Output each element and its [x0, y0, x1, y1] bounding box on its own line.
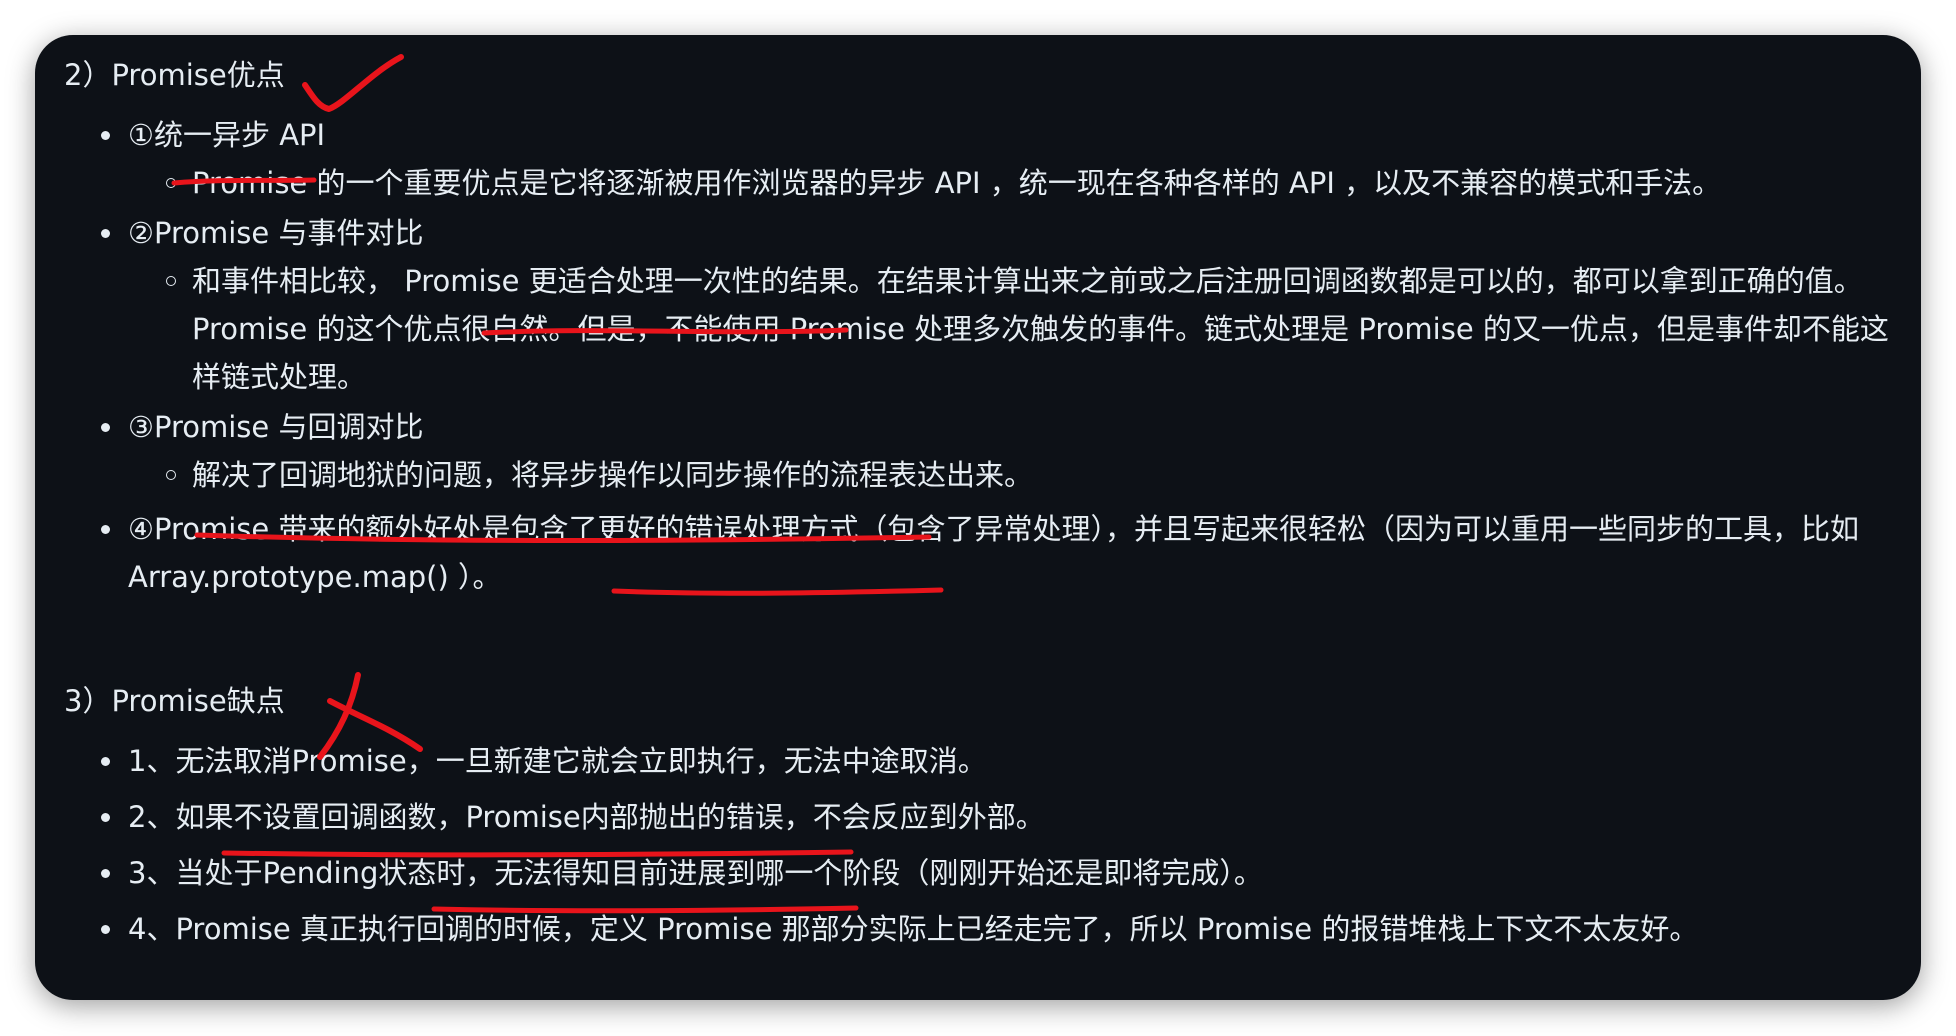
- disadvantage-item-1: 1、无法取消Promise，一旦新建它就会立即执行，无法中途取消。: [35, 737, 1905, 785]
- disadvantages-list: 1、无法取消Promise，一旦新建它就会立即执行，无法中途取消。 2、如果不设…: [35, 737, 1905, 961]
- disadvantages-heading: 3）Promise缺点: [64, 684, 285, 718]
- disadvantage-item-3: 3、当处于Pending状态时，无法得知目前进展到哪一个阶段（刚刚开始还是即将完…: [35, 849, 1905, 897]
- advantages-list: ①统一异步 API Promise 的一个重要优点是它将逐渐被用作浏览器的异步 …: [35, 111, 1905, 609]
- disadvantage-item-4: 4、Promise 真正执行回调的时候，定义 Promise 那部分实际上已经走…: [35, 905, 1905, 953]
- advantage-detail-1: Promise 的一个重要优点是它将逐渐被用作浏览器的异步 API ，统一现在各…: [128, 159, 1905, 207]
- advantage-detail-3: 解决了回调地狱的问题，将异步操作以同步操作的流程表达出来。: [128, 451, 1905, 499]
- advantage-item-1: ①统一异步 API Promise 的一个重要优点是它将逐渐被用作浏览器的异步 …: [35, 111, 1905, 207]
- advantage-sublist-2: 和事件相比较， Promise 更适合处理一次性的结果。在结果计算出来之前或之后…: [128, 257, 1905, 401]
- document-card: 2）Promise优点 ①统一异步 API Promise 的一个重要优点是它将…: [35, 35, 1921, 1000]
- advantage-item-3: ③Promise 与回调对比 解决了回调地狱的问题，将异步操作以同步操作的流程表…: [35, 403, 1905, 499]
- advantage-detail-2: 和事件相比较， Promise 更适合处理一次性的结果。在结果计算出来之前或之后…: [128, 257, 1905, 401]
- advantage-item-2: ②Promise 与事件对比 和事件相比较， Promise 更适合处理一次性的…: [35, 209, 1905, 401]
- advantage-sublist-1: Promise 的一个重要优点是它将逐渐被用作浏览器的异步 API ，统一现在各…: [128, 159, 1905, 207]
- advantage-title-1: ①统一异步 API: [128, 118, 326, 152]
- disadvantage-item-2: 2、如果不设置回调函数，Promise内部抛出的错误，不会反应到外部。: [35, 793, 1905, 841]
- advantage-sublist-3: 解决了回调地狱的问题，将异步操作以同步操作的流程表达出来。: [128, 451, 1905, 499]
- advantage-item-4: ④Promise 带来的额外好处是包含了更好的错误处理方式（包含了异常处理），并…: [35, 505, 1905, 601]
- advantage-title-4: ④Promise 带来的额外好处是包含了更好的错误处理方式（包含了异常处理），并…: [128, 512, 1859, 594]
- advantage-title-2: ②Promise 与事件对比: [128, 216, 424, 250]
- advantages-heading: 2）Promise优点: [64, 58, 285, 92]
- advantage-title-3: ③Promise 与回调对比: [128, 410, 424, 444]
